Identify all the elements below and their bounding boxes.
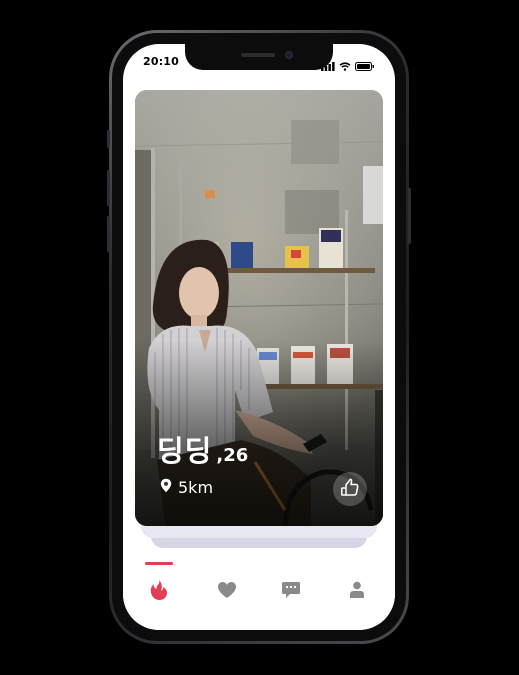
location-pin-icon (160, 478, 172, 497)
active-tab-indicator (145, 562, 173, 565)
share-button[interactable] (333, 472, 367, 506)
volume-up-button (107, 170, 110, 206)
tab-profile[interactable] (337, 572, 377, 612)
notch (185, 44, 333, 70)
mute-switch (107, 130, 110, 148)
speaker (241, 53, 275, 57)
heart-icon (217, 581, 237, 603)
distance-row: 5km (160, 478, 213, 497)
person-icon (349, 581, 365, 603)
profile-card[interactable]: 딩딩 ,26 5km (135, 90, 383, 526)
status-time: 20:10 (143, 55, 180, 68)
screen: 20:10 딩딩 ,26 5km (123, 44, 395, 630)
volume-down-button (107, 216, 110, 252)
profile-name: 딩딩 (157, 434, 213, 468)
phone-frame: 20:10 딩딩 ,26 5km (107, 30, 411, 644)
tab-likes[interactable] (207, 572, 247, 612)
battery-icon (355, 56, 375, 75)
front-camera (285, 51, 293, 59)
profile-name-row: 딩딩 ,26 (157, 428, 248, 470)
flame-icon (149, 579, 169, 605)
tab-discover[interactable] (139, 572, 179, 612)
status-icons (321, 56, 375, 75)
chat-icon (281, 581, 301, 603)
wifi-icon (339, 56, 351, 75)
profile-age: ,26 (216, 445, 249, 466)
tab-chat[interactable] (271, 572, 311, 612)
tab-bar (123, 562, 395, 630)
share-icon (341, 478, 359, 500)
power-button (408, 188, 411, 244)
distance-label: 5km (178, 478, 214, 497)
cellular-signal-icon (321, 56, 335, 75)
